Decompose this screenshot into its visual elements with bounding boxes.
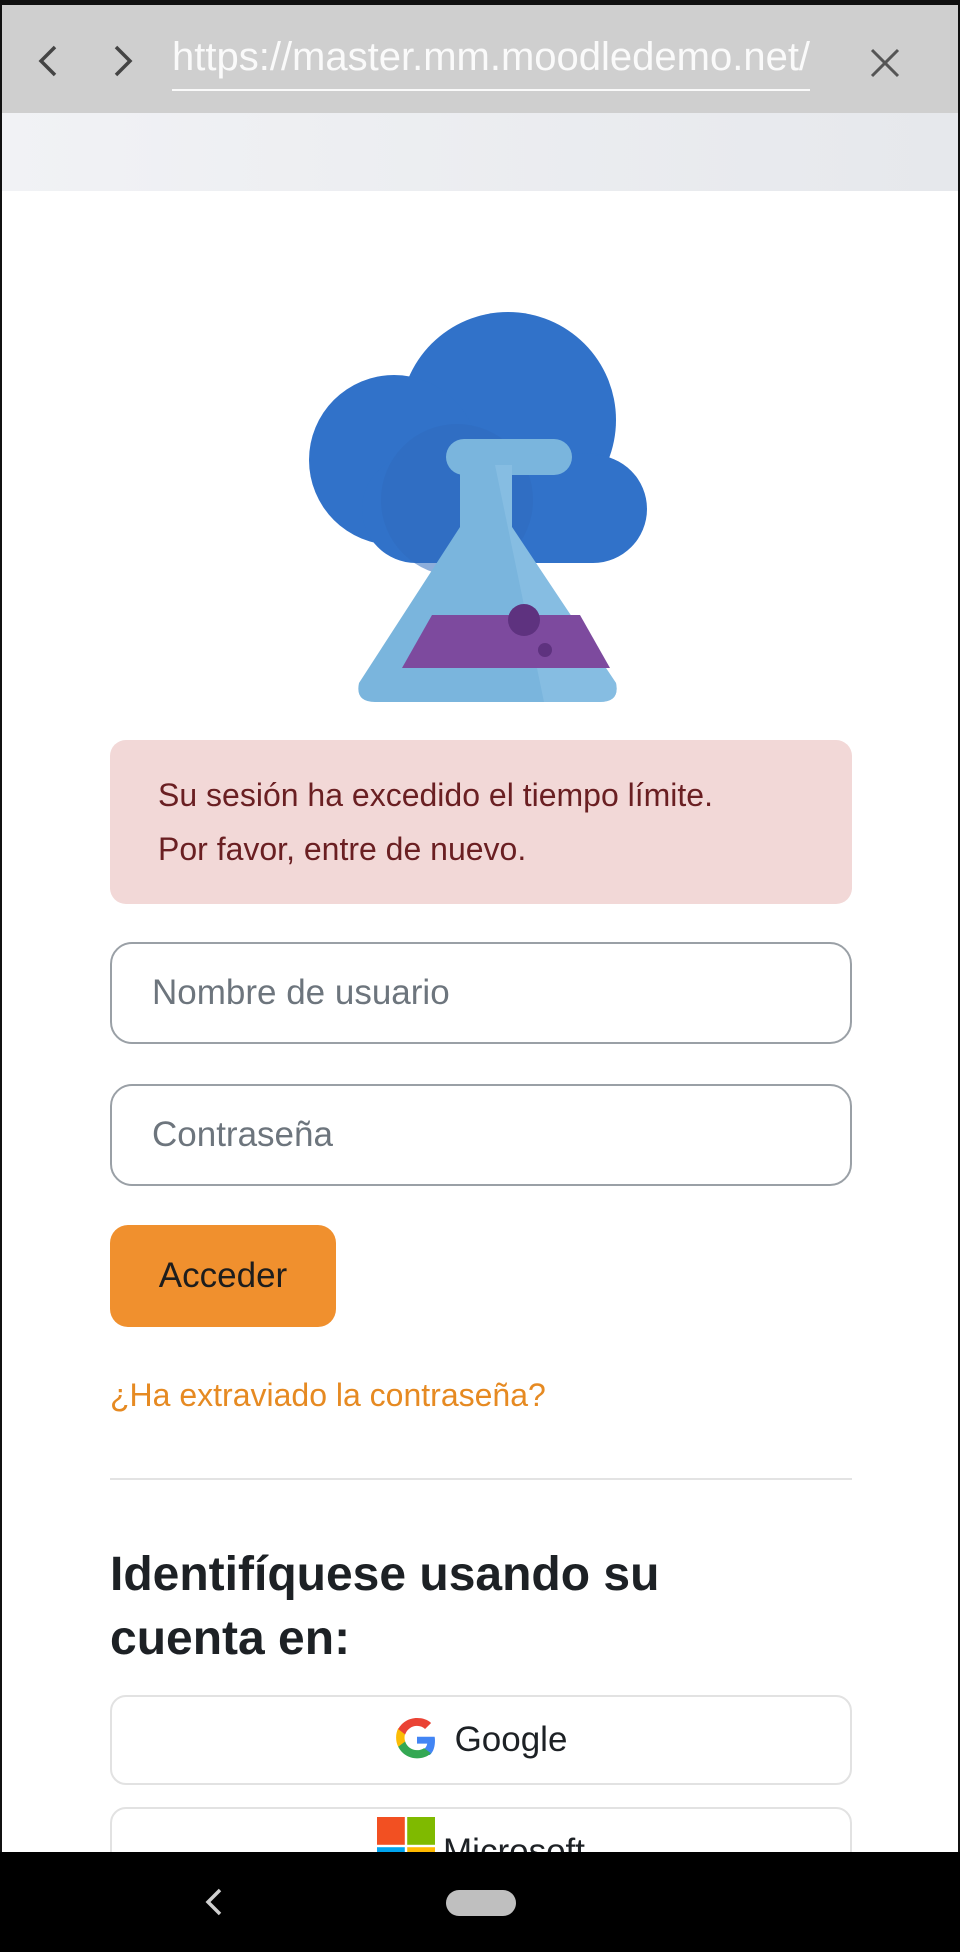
login-button[interactable]: Acceder bbox=[110, 1225, 336, 1327]
back-button[interactable] bbox=[20, 29, 76, 93]
password-input[interactable]: Contraseña bbox=[110, 1084, 852, 1186]
close-icon bbox=[870, 48, 900, 78]
heading-line-2: cuenta en: bbox=[110, 1612, 351, 1665]
alert-line-2: Por favor, entre de nuevo. bbox=[158, 831, 527, 867]
google-label: Google bbox=[454, 1720, 568, 1759]
microsoft-login-button[interactable]: Microsoft bbox=[110, 1807, 852, 1852]
divider bbox=[110, 1478, 852, 1480]
microsoft-label: Microsoft bbox=[443, 1832, 585, 1852]
google-icon bbox=[395, 1718, 435, 1759]
page-header-band bbox=[2, 113, 958, 191]
microsoft-icon bbox=[377, 1817, 436, 1852]
alert-line-1: Su sesión ha excedido el tiempo límite. bbox=[158, 777, 713, 813]
identity-providers-heading: Identifíquese usando su cuenta en: bbox=[110, 1543, 852, 1671]
username-input[interactable]: Nombre de usuario bbox=[110, 942, 852, 1044]
cloud-flask-icon bbox=[309, 312, 647, 702]
forward-button[interactable] bbox=[95, 29, 151, 93]
system-navigation-bar bbox=[0, 1852, 960, 1952]
system-back-icon[interactable] bbox=[196, 1878, 232, 1926]
heading-line-1: Identifíquese usando su bbox=[110, 1548, 660, 1601]
chevron-right-icon bbox=[114, 45, 133, 77]
system-home-pill[interactable] bbox=[446, 1890, 516, 1916]
google-login-button[interactable]: Google bbox=[110, 1695, 852, 1785]
url-bar[interactable]: https://master.mm.moodledemo.net/login/i… bbox=[172, 31, 810, 91]
app-window: https://master.mm.moodledemo.net/login/i… bbox=[2, 5, 958, 1852]
chevron-left-icon bbox=[38, 45, 57, 77]
browser-toolbar: https://master.mm.moodledemo.net/login/i… bbox=[2, 5, 958, 113]
forgot-password-link[interactable]: ¿Ha extraviado la contraseña? bbox=[110, 1370, 546, 1420]
session-timeout-alert: Su sesión ha excedido el tiempo límite. … bbox=[110, 740, 852, 904]
close-button[interactable] bbox=[857, 35, 913, 91]
